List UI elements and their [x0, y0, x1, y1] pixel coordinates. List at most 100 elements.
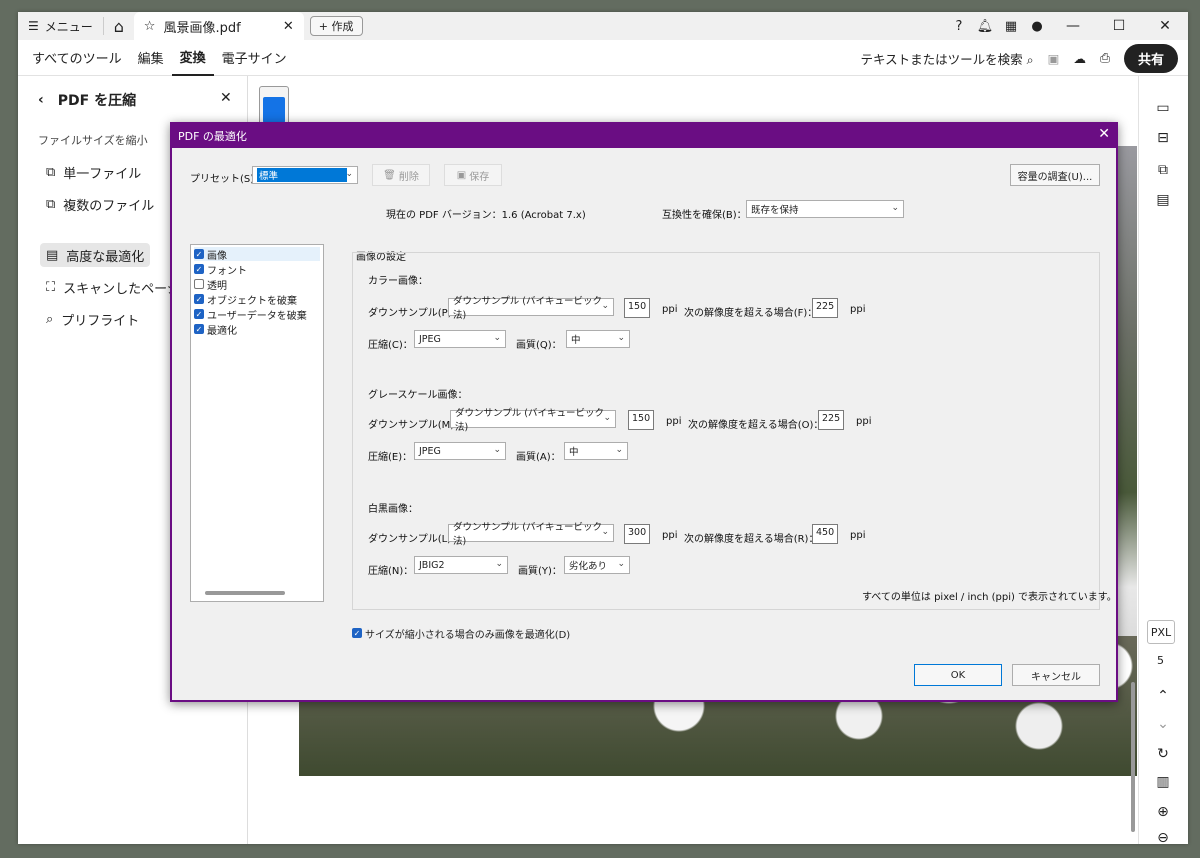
mono-compression-select[interactable]: JBIG2 ⌄ — [414, 556, 508, 574]
home-icon[interactable]: ⌂ — [104, 12, 134, 40]
optimize-icon: ▤ — [46, 247, 59, 263]
ppi-unit: ppi — [850, 530, 866, 541]
checkbox[interactable]: ✓ — [194, 294, 204, 304]
category-transparency[interactable]: 透明 — [194, 277, 227, 292]
horizontal-scrollbar[interactable] — [205, 591, 285, 595]
category-label: 透明 — [207, 280, 227, 292]
document-tab[interactable]: ☆ 風景画像.pdf ✕ — [133, 12, 304, 40]
gray-ppi-input[interactable]: 150 — [628, 410, 654, 430]
mono-downsample-select[interactable]: ダウンサンプル (バイキュービック法) ⌄ — [448, 522, 614, 547]
optimize-only-checkbox[interactable]: ✓ サイズが縮小される場合のみ画像を最適化(D) — [352, 626, 570, 641]
checkbox[interactable]: ✓ — [194, 309, 204, 319]
checkbox[interactable]: ✓ — [194, 249, 204, 259]
category-label: 画像 — [207, 250, 227, 262]
rotate-icon[interactable]: ↻ — [1153, 746, 1173, 766]
color-downsample-select[interactable]: ダウンサンプル (バイキュービック法) ⌄ — [448, 296, 614, 321]
dialog-close-icon[interactable]: ✕ — [1098, 126, 1110, 142]
gray-quality-select[interactable]: 中 ⌄ — [564, 442, 628, 460]
titlebar-right: ? 🔔︎ ▦ ● — ☐ ✕ — [946, 12, 1188, 40]
menu-all-tools[interactable]: すべてのツール — [24, 40, 130, 76]
zoom-out-icon[interactable]: ⊖ — [1153, 830, 1173, 844]
tab-close-icon[interactable]: ✕ — [283, 19, 294, 34]
apps-grid-icon[interactable]: ▦ — [998, 12, 1024, 40]
color-ppi-input[interactable]: 150 — [624, 298, 650, 318]
cancel-button[interactable]: キャンセル — [1012, 664, 1100, 686]
item-label: プリフライト — [61, 313, 140, 329]
back-arrow-icon[interactable]: ‹ — [38, 92, 44, 108]
gray-compression-label: 圧縮(E)： — [368, 452, 413, 463]
chevron-down-icon[interactable]: ⌄ — [1153, 716, 1173, 736]
comment-icon[interactable]: ▭ — [1153, 100, 1173, 120]
advanced-optimize-item[interactable]: ▤ 高度な最適化 — [40, 243, 151, 267]
mono-above-input[interactable]: 450 — [812, 524, 838, 544]
star-icon[interactable]: ☆ — [144, 19, 156, 34]
category-images[interactable]: ✓ 画像 — [194, 247, 320, 262]
color-quality-select[interactable]: 中 ⌄ — [566, 330, 630, 348]
gray-above-input[interactable]: 225 — [818, 410, 844, 430]
bell-icon[interactable]: 🔔︎ — [972, 12, 998, 40]
multiple-files-item[interactable]: ⧉ 複数のファイル — [40, 192, 160, 216]
save-icon[interactable]: ▣ — [1048, 51, 1060, 66]
category-optimize[interactable]: ✓ 最適化 — [194, 322, 237, 337]
mono-ppi-input[interactable]: 300 — [624, 524, 650, 544]
share-button[interactable]: 共有 — [1123, 43, 1178, 73]
checkbox[interactable]: ✓ — [194, 264, 204, 274]
category-fonts[interactable]: ✓ フォント — [194, 262, 247, 277]
create-button[interactable]: + 作成 — [309, 16, 363, 36]
select-value: JPEG — [419, 445, 441, 457]
ppi-unit: ppi — [850, 304, 866, 315]
print-icon[interactable]: ⎙ — [1100, 50, 1110, 66]
select-value: JPEG — [419, 333, 441, 345]
gray-downsample-select[interactable]: ダウンサンプル (バイキュービック法) ⌄ — [450, 408, 616, 433]
menu-e-sign[interactable]: 電子サイン — [214, 40, 295, 76]
chevron-down-icon: ⌄ — [345, 169, 353, 179]
bookmark-icon[interactable]: ⊟ — [1153, 130, 1173, 150]
category-discard-objects[interactable]: ✓ オブジェクトを破棄 — [194, 292, 297, 307]
chevron-down-icon: ⌄ — [615, 445, 623, 455]
search-label: テキストまたはツールを検索 — [860, 51, 1023, 67]
checkbox[interactable] — [194, 279, 204, 289]
document-icon[interactable]: ▤ — [1153, 192, 1173, 212]
page-extract-icon[interactable]: ▥ — [1153, 774, 1173, 794]
preset-select[interactable]: 標準 ⌄ — [252, 166, 358, 184]
chevron-down-icon: ⌄ — [603, 413, 611, 423]
title-bar: ☰ メニュー ⌂ ☆ 風景画像.pdf ✕ + 作成 ? 🔔︎ ▦ ● — ☐ … — [18, 12, 1188, 40]
close-button[interactable]: ✕ — [1142, 12, 1188, 40]
avatar[interactable]: ● — [1024, 12, 1050, 40]
menu-edit[interactable]: 編集 — [130, 40, 172, 76]
menu-convert[interactable]: 変換 — [171, 40, 214, 76]
help-icon[interactable]: ? — [946, 12, 972, 40]
single-file-item[interactable]: ⧉ 単一ファイル — [40, 160, 147, 184]
save-preset-button[interactable]: ▣ 保存 — [444, 164, 502, 186]
color-compression-select[interactable]: JPEG ⌄ — [414, 330, 506, 348]
ok-button[interactable]: OK — [914, 664, 1002, 686]
compat-label: 互換性を確保(B)： — [662, 210, 747, 221]
maximize-button[interactable]: ☐ — [1096, 12, 1142, 40]
panel-title: PDF を圧縮 — [57, 93, 137, 109]
search-tools[interactable]: テキストまたはツールを検索 ⌕ — [861, 49, 1034, 68]
checkbox[interactable]: ✓ — [352, 628, 362, 638]
minimize-button[interactable]: — — [1050, 12, 1096, 40]
gray-compression-select[interactable]: JPEG ⌄ — [414, 442, 506, 460]
delete-preset-button[interactable]: 🗑︎ 削除 — [372, 164, 430, 186]
select-tool-icon[interactable] — [263, 97, 285, 123]
color-above-input[interactable]: 225 — [812, 298, 838, 318]
preflight-item[interactable]: ⌕ プリフライト — [40, 307, 145, 331]
compat-select[interactable]: 既存を保持 ⌄ — [746, 200, 904, 218]
zoom-in-icon[interactable]: ⊕ — [1153, 804, 1173, 824]
category-discard-user-data[interactable]: ✓ ユーザーデータを破棄 — [194, 307, 307, 322]
panel-close-icon[interactable]: ✕ — [220, 90, 232, 106]
chevron-up-icon[interactable]: ⌃ — [1153, 688, 1173, 708]
audit-space-button[interactable]: 容量の調査(U)... — [1010, 164, 1100, 186]
vertical-scrollbar[interactable] — [1131, 682, 1135, 832]
dialog-title: PDF の最適化 — [178, 130, 247, 143]
upload-icon[interactable]: ☁ — [1073, 51, 1086, 66]
preset-value: 標準 — [257, 168, 347, 182]
page-thumbnail[interactable] — [259, 86, 289, 126]
checkbox[interactable]: ✓ — [194, 324, 204, 334]
menu-button[interactable]: ☰ メニュー — [18, 12, 103, 40]
menubar-right: テキストまたはツールを検索 ⌕ ▣ ☁ ⎙ 共有 — [861, 40, 1178, 76]
pages-icon[interactable]: ⧉ — [1153, 162, 1173, 182]
zoom-mode-button[interactable]: PXL — [1147, 620, 1175, 644]
mono-quality-select[interactable]: 劣化あり ⌄ — [564, 556, 630, 574]
